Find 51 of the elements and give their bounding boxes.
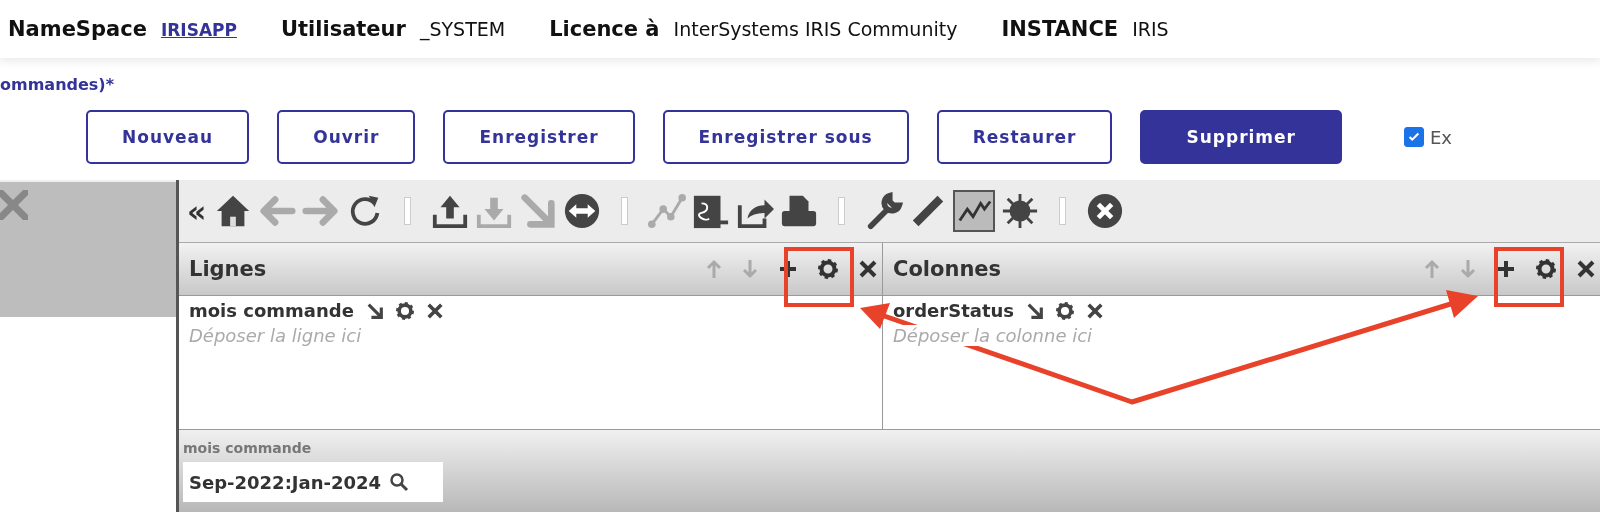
close-icon[interactable]: [425, 301, 444, 320]
panel-title: Lignes: [189, 257, 267, 281]
dimension-item[interactable]: mois commande: [189, 300, 354, 321]
header-label: NameSpace: [8, 17, 147, 41]
sun-icon[interactable]: [1001, 192, 1040, 230]
action-button[interactable]: Ouvrir: [277, 110, 416, 164]
header-label: INSTANCE: [1001, 17, 1119, 41]
plus-icon[interactable]: [1496, 259, 1516, 279]
settings-icon[interactable]: [1056, 301, 1075, 320]
header-value: IRIS: [1132, 18, 1169, 40]
diagonal-arrow-icon[interactable]: [1026, 301, 1045, 320]
settings-icon[interactable]: [1536, 259, 1556, 279]
header-label: Utilisateur: [280, 17, 406, 41]
header-label: Licence à: [549, 17, 660, 41]
toolbar-separator: [838, 197, 846, 225]
wrench-icon[interactable]: [865, 192, 904, 230]
action-button[interactable]: Enregistrer: [443, 110, 635, 164]
action-button[interactable]: Enregistrer sous: [662, 110, 909, 164]
header-value: InterSystems IRIS Community: [673, 18, 958, 40]
settings-icon[interactable]: [395, 301, 414, 320]
page-title: ommandes)*: [0, 74, 115, 94]
checkmark-icon: [1407, 130, 1421, 144]
plus-icon[interactable]: [777, 259, 798, 279]
action-button[interactable]: Nouveau: [86, 110, 250, 164]
drop-hint: Déposer la ligne ici: [189, 325, 362, 346]
action-button[interactable]: Supprimer: [1140, 110, 1342, 164]
highlight-box: [1494, 247, 1564, 307]
namespace-link[interactable]: IRISAPP: [160, 20, 237, 40]
close-icon[interactable]: [1086, 192, 1125, 230]
settings-icon[interactable]: [817, 259, 838, 279]
checkbox[interactable]: [1404, 127, 1424, 147]
action-button[interactable]: Restaurer: [936, 110, 1113, 164]
toolbar-separator: [621, 197, 629, 225]
swap-icon[interactable]: [563, 192, 602, 230]
dimension-item[interactable]: orderStatus: [892, 300, 1015, 321]
collapse-button[interactable]: «: [187, 193, 207, 229]
highlight-box: [784, 247, 854, 307]
filter-label: mois commande: [183, 440, 313, 456]
header-value: _SYSTEM: [419, 18, 506, 40]
checkbox-label: Ex: [1430, 126, 1453, 148]
close-icon[interactable]: [1576, 259, 1596, 279]
search-icon[interactable]: [389, 472, 410, 492]
drop-hint: Déposer la colonne ici: [892, 325, 1093, 346]
toolbar-separator: [404, 197, 412, 225]
chart-icon[interactable]: [953, 190, 996, 232]
toolbar-separator: [1059, 197, 1067, 225]
close-icon[interactable]: [857, 259, 878, 279]
filter-field[interactable]: Sep-2022:Jan-2024: [183, 462, 443, 502]
diagonal-arrow-icon[interactable]: [365, 301, 384, 320]
close-icon[interactable]: [1086, 301, 1105, 320]
panel-title: Colonnes: [892, 257, 1002, 281]
